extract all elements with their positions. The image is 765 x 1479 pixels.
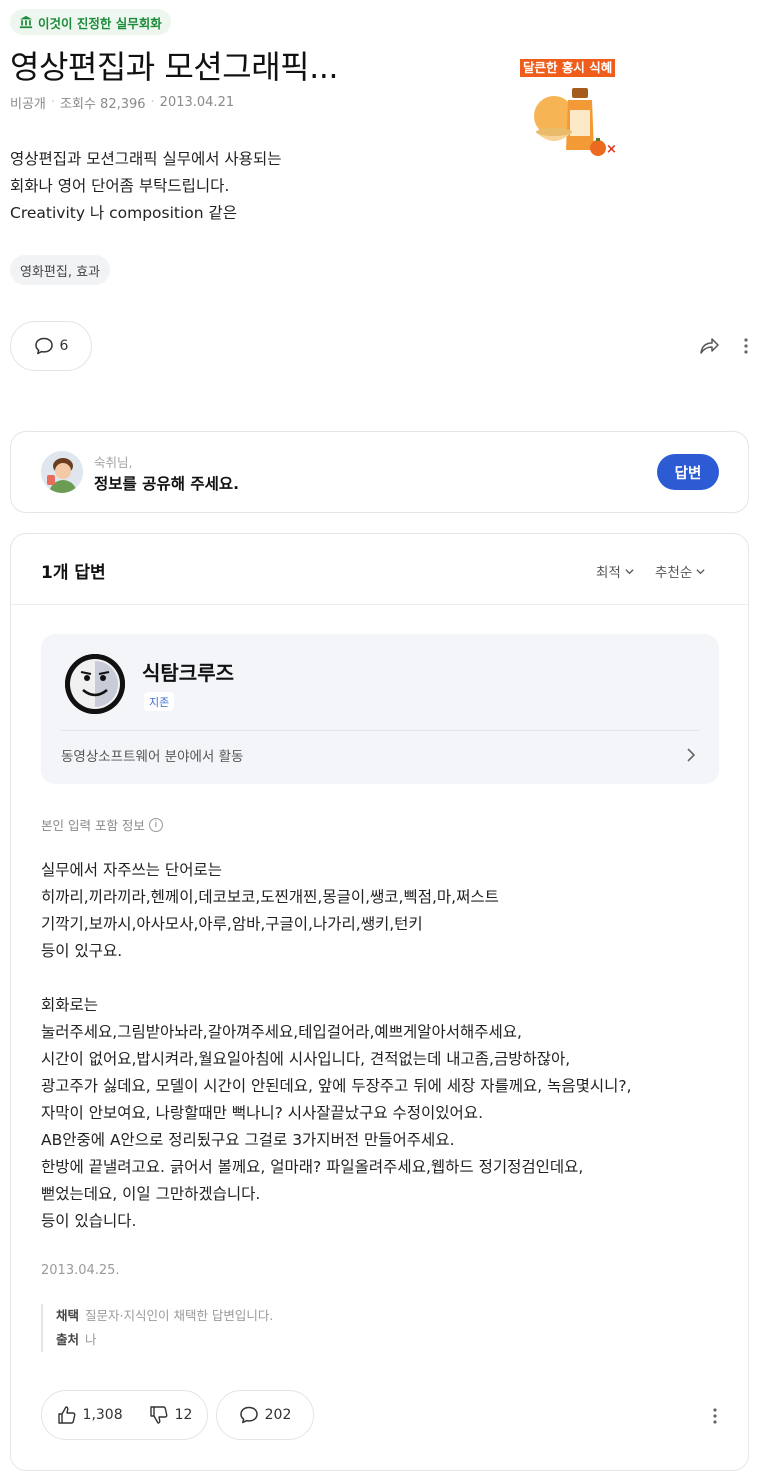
write-answer-button[interactable]: 답변 bbox=[657, 454, 719, 490]
answer-body: 실무에서 자주쓰는 단어로는 히까리,끼라끼라,헨께이,데코보코,도찐개찐,몽글… bbox=[41, 861, 632, 1230]
chevron-down-icon bbox=[624, 566, 635, 577]
info-icon[interactable]: i bbox=[148, 817, 163, 832]
category-badge[interactable]: 이것이 진정한 실무회화 bbox=[10, 9, 171, 35]
source-value: 나 bbox=[85, 1332, 97, 1347]
view-count: 조회수 82,396 bbox=[60, 97, 146, 112]
expert-grade-badge: 지존 bbox=[144, 692, 175, 711]
question-title: 영상편집과 모션그래픽... bbox=[10, 48, 339, 86]
question-meta: 비공개 · 조회수 82,396 · 2013.04.21 bbox=[10, 93, 234, 112]
question-body-line: 회화나 영어 단어좀 부탁드립니다. bbox=[10, 177, 230, 195]
answer-comment-count: 202 bbox=[264, 1407, 292, 1423]
like-count: 1,308 bbox=[82, 1407, 123, 1423]
more-options-icon[interactable] bbox=[738, 336, 754, 356]
question-date: 2013.04.21 bbox=[159, 95, 235, 110]
chevron-right-icon[interactable] bbox=[685, 747, 697, 763]
expert-name[interactable]: 식탐크루즈 bbox=[142, 657, 234, 686]
chevron-down-icon bbox=[695, 566, 706, 577]
comment-icon bbox=[239, 1405, 259, 1425]
answers-count: 1개 답변 bbox=[41, 563, 106, 583]
answer-date: 2013.04.25. bbox=[41, 1263, 120, 1278]
sort-recommend-label: 추천순 bbox=[655, 565, 693, 581]
more-options-icon[interactable] bbox=[707, 1406, 723, 1426]
answer-prompt-card: 숙취님, 정보를 공유해 주세요. 답변 bbox=[10, 431, 749, 513]
prompt-text: 정보를 공유해 주세요. bbox=[94, 475, 240, 493]
expert-field: 동영상소프트웨어 분야에서 활동 bbox=[61, 749, 244, 765]
source-row: 출처 나 bbox=[56, 1328, 273, 1352]
ad-close-button[interactable]: × bbox=[606, 142, 617, 157]
sort-best-label: 최적 bbox=[596, 565, 621, 581]
answer-comment-button[interactable]: 202 bbox=[216, 1390, 314, 1440]
expert-profile[interactable]: 식탐크루즈 지존 동영상소프트웨어 분야에서 활동 bbox=[41, 634, 719, 784]
ad-banner[interactable]: 달큰한 홍시 식혜 × bbox=[520, 58, 630, 158]
self-input-info: 본인 입력 포함 정보 i bbox=[41, 815, 163, 834]
adoption-info: 채택 질문자·지식인이 채택한 답변입니다. 출처 나 bbox=[41, 1304, 273, 1352]
question-body: 영상편집과 모션그래픽 실무에서 사용되는 회화나 영어 단어좀 부탁드립니다.… bbox=[10, 146, 281, 227]
meta-separator: · bbox=[150, 95, 155, 110]
question-body-line: Creativity 나 composition 같은 bbox=[10, 204, 238, 222]
vote-pill: 1,308 12 bbox=[41, 1390, 208, 1440]
ad-label: 달큰한 홍시 식혜 bbox=[520, 59, 616, 77]
adopt-value: 질문자·지식인이 채택한 답변입니다. bbox=[85, 1308, 274, 1323]
question-body-line: 영상편집과 모션그래픽 실무에서 사용되는 bbox=[10, 150, 282, 168]
expert-divider bbox=[61, 730, 699, 731]
comment-count: 6 bbox=[59, 338, 69, 354]
source-key: 출처 bbox=[56, 1332, 80, 1347]
expert-avatar bbox=[65, 654, 125, 714]
sort-recommend-dropdown[interactable]: 추천순 bbox=[655, 561, 706, 581]
dislike-count: 12 bbox=[174, 1407, 193, 1423]
share-icon[interactable] bbox=[698, 335, 720, 357]
user-avatar bbox=[41, 451, 83, 493]
answers-divider bbox=[11, 604, 748, 605]
adopt-row: 채택 질문자·지식인이 채택한 답변입니다. bbox=[56, 1304, 273, 1328]
badge-label: 이것이 진정한 실무회화 bbox=[38, 15, 162, 31]
bank-icon bbox=[19, 15, 33, 29]
ad-product-image bbox=[532, 80, 612, 160]
info-label-text: 본인 입력 포함 정보 bbox=[41, 818, 145, 833]
adopt-key: 채택 bbox=[56, 1308, 80, 1323]
question-tag[interactable]: 영화편집, 효과 bbox=[10, 255, 111, 285]
thumbs-down-icon[interactable] bbox=[149, 1405, 169, 1425]
comment-icon bbox=[34, 336, 54, 356]
answers-card: 1개 답변 최적 추천순 식탐크루즈 지존 동영상소프트웨어 분야에서 활동 본… bbox=[10, 533, 749, 1471]
sort-best-dropdown[interactable]: 최적 bbox=[596, 561, 635, 581]
thumbs-up-icon[interactable] bbox=[57, 1405, 77, 1425]
author: 비공개 bbox=[10, 97, 46, 112]
meta-separator: · bbox=[50, 95, 56, 110]
question-comment-button[interactable]: 6 bbox=[10, 321, 92, 371]
prompt-username: 숙취님, bbox=[94, 455, 133, 470]
